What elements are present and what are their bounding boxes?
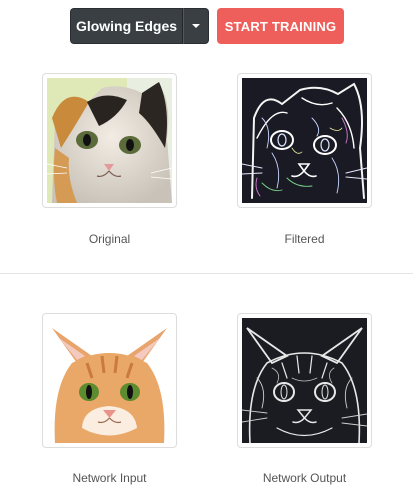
- network-output-kitten-image: [242, 318, 367, 443]
- caption-network-input: Network Input: [72, 471, 147, 485]
- glowing-edges-kitten-image: [242, 78, 367, 203]
- toolbar: Glowing Edges START TRAINING: [0, 8, 413, 44]
- network-input-image: [42, 313, 177, 448]
- caption-original: Original: [88, 232, 131, 246]
- caption-filtered: Filtered: [284, 232, 325, 246]
- orange-tabby-kitten-image: [47, 318, 172, 443]
- filtered-image: [237, 73, 372, 208]
- start-training-button[interactable]: START TRAINING: [217, 8, 344, 44]
- filter-select[interactable]: Glowing Edges: [70, 8, 209, 44]
- calico-kitten-image: [47, 78, 172, 203]
- caption-network-output: Network Output: [262, 471, 347, 485]
- filter-select-value[interactable]: Glowing Edges: [70, 8, 183, 44]
- section-divider: [0, 273, 413, 274]
- network-output-image: [237, 313, 372, 448]
- chevron-down-icon: [192, 24, 200, 28]
- filter-select-toggle[interactable]: [183, 8, 209, 44]
- original-image: [42, 73, 177, 208]
